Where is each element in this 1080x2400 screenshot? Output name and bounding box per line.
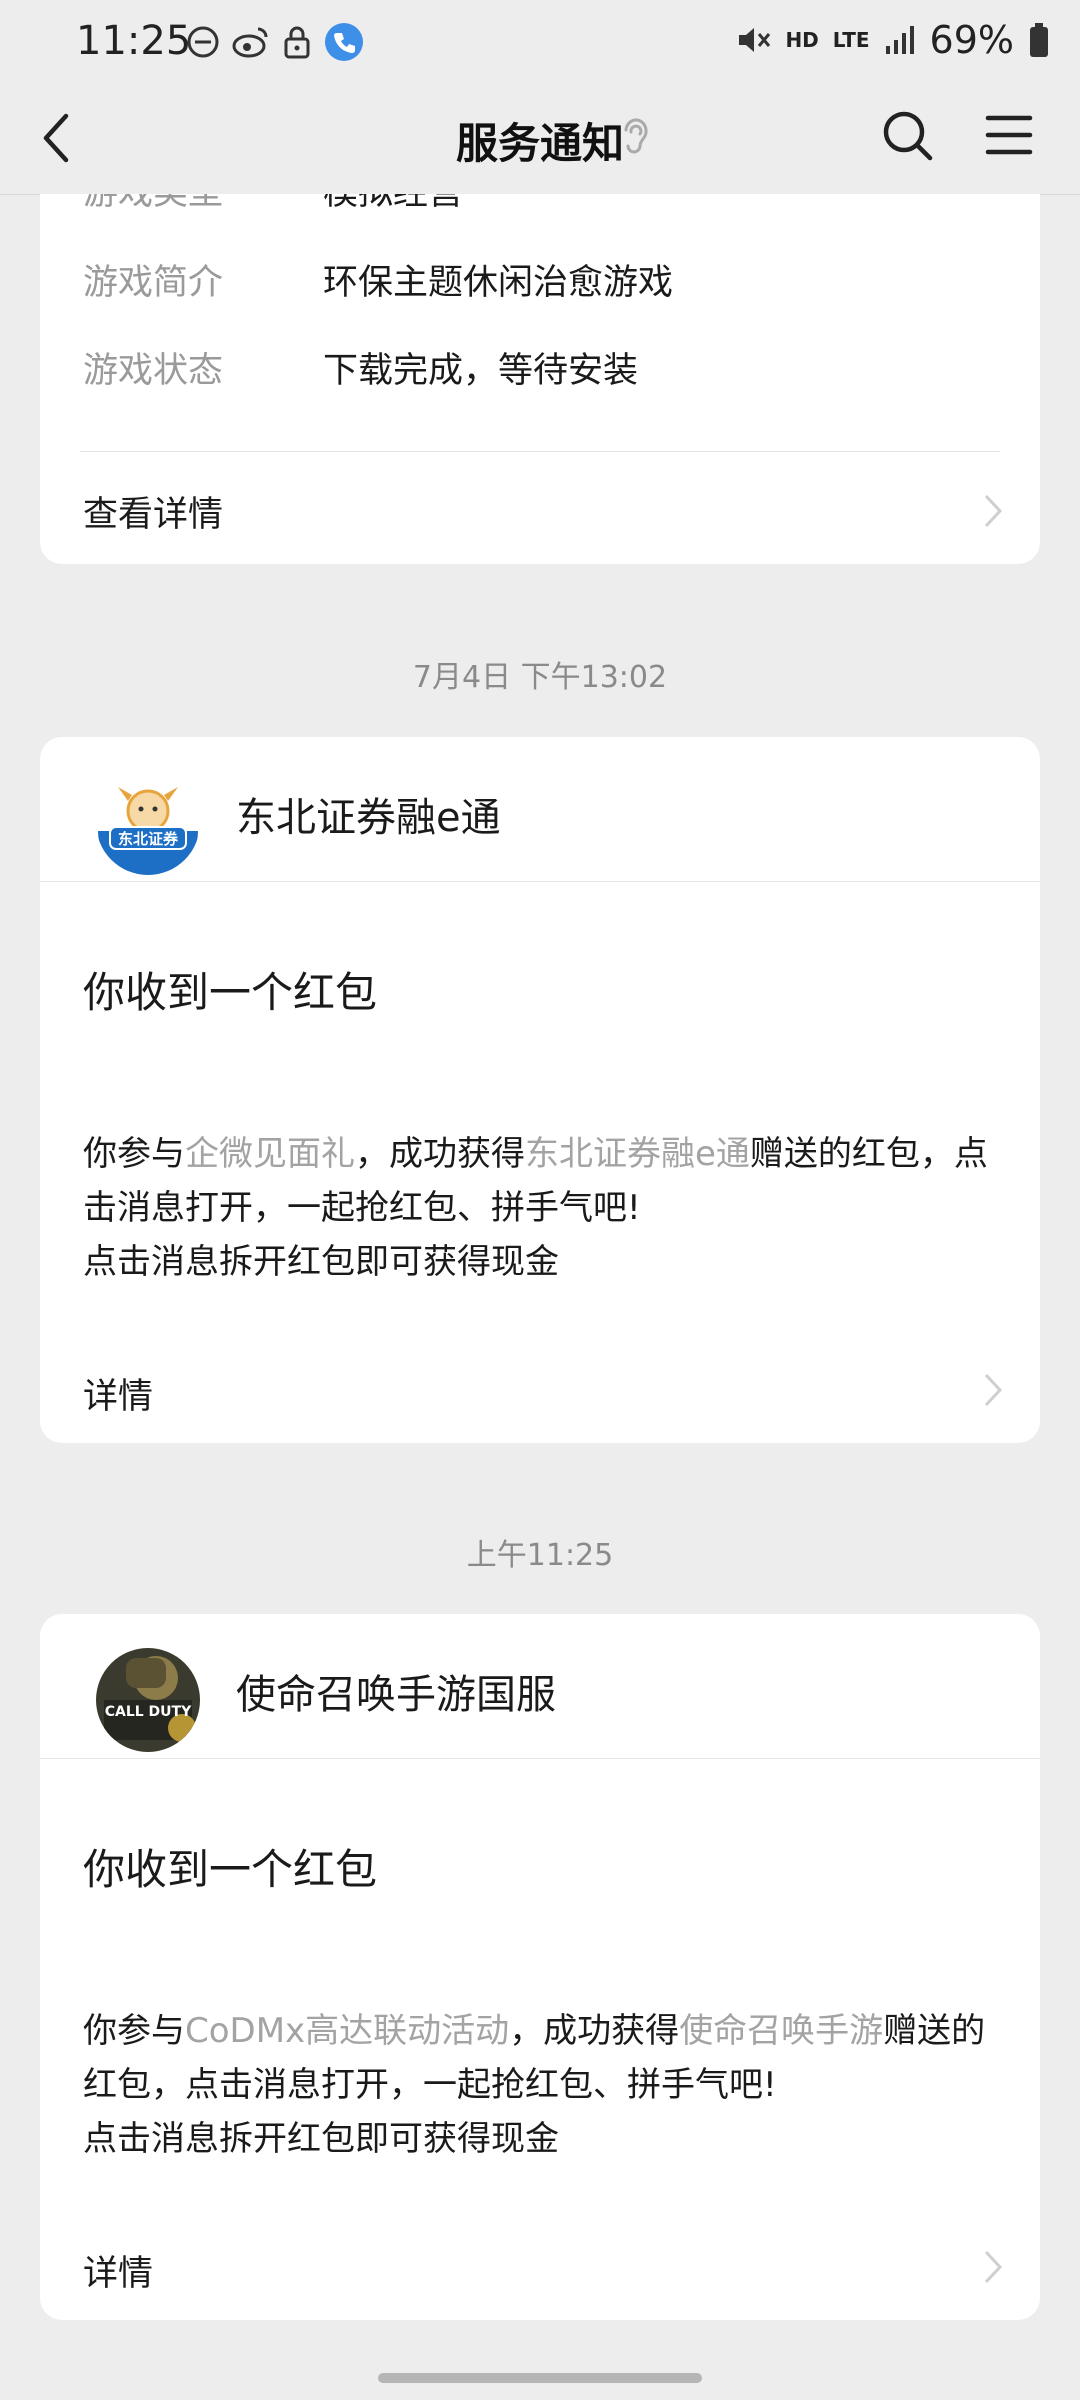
row-key: 游戏简介 bbox=[83, 263, 224, 303]
body-text: 你参与 bbox=[83, 1134, 185, 1174]
message-card[interactable]: 东北证券 东北证券融e通 你收到一个红包 你参与企微见面礼，成功获得东北证券融e… bbox=[40, 737, 1040, 1443]
body-text: ，成功获得 bbox=[355, 1134, 525, 1174]
message-title: 你收到一个红包 bbox=[83, 1845, 378, 1894]
message-body: 你参与企微见面礼，成功获得东北证券融e通赠送的红包，点击消息打开，一起抢红包、拼… bbox=[83, 1127, 999, 1289]
chevron-right-icon bbox=[984, 1373, 1003, 1407]
weibo-icon bbox=[232, 27, 268, 58]
hd-label: HD bbox=[785, 28, 819, 52]
chevron-right-icon bbox=[984, 494, 1003, 528]
row-key: 游戏类型 bbox=[83, 194, 223, 215]
status-time: 11:25 bbox=[76, 18, 192, 64]
mute-icon bbox=[739, 28, 771, 52]
avatar-text: 东北证券 bbox=[117, 830, 178, 848]
activity-link[interactable]: 企微见面礼 bbox=[185, 1134, 355, 1174]
row-value: 模拟经营 bbox=[323, 194, 463, 215]
message-timestamp: 上午11:25 bbox=[466, 1538, 614, 1573]
dnd-icon bbox=[187, 26, 219, 58]
details-link[interactable]: 详情 bbox=[83, 2245, 153, 2296]
row-value: 环保主题休闲治愈游戏 bbox=[323, 263, 674, 303]
header-divider bbox=[40, 1758, 1040, 1759]
activity-link[interactable]: CoDMx高达联动活动 bbox=[185, 2011, 509, 2051]
account-name: 使命召唤手游国服 bbox=[236, 1672, 556, 1718]
account-link[interactable]: 东北证券融e通 bbox=[525, 1134, 750, 1174]
game-info-card: 游戏类型 模拟经营 游戏简介 环保主题休闲治愈游戏 游戏状态 下载完成，等待安装… bbox=[40, 194, 1040, 564]
chevron-right-icon bbox=[984, 2250, 1003, 2284]
message-timestamp: 7月4日 下午13:02 bbox=[412, 660, 668, 695]
status-bar: 11:25 HD LTE 69% bbox=[0, 0, 1080, 84]
divider bbox=[80, 451, 1000, 452]
signal-icon bbox=[885, 26, 914, 54]
battery-percent: 69% bbox=[929, 18, 1014, 62]
status-right-icons: HD LTE 69% bbox=[735, 18, 1050, 62]
row-value: 下载完成，等待安装 bbox=[323, 351, 639, 391]
search-icon[interactable] bbox=[880, 108, 936, 164]
message-card[interactable]: CALL DUTY 使命召唤手游国服 你收到一个红包 你参与CoDMx高达联动活… bbox=[40, 1614, 1040, 2320]
network-label: LTE bbox=[832, 28, 870, 52]
details-link[interactable]: 详情 bbox=[83, 1368, 153, 1419]
account-link[interactable]: 使命召唤手游 bbox=[679, 2011, 883, 2051]
account-avatar: 东北证券 bbox=[96, 771, 200, 875]
view-details-link[interactable]: 查看详情 bbox=[83, 486, 223, 537]
nav-bar: 服务通知 bbox=[0, 84, 1080, 195]
body-text: ，成功获得 bbox=[509, 2011, 680, 2051]
row-key: 游戏状态 bbox=[83, 351, 224, 391]
header-divider bbox=[40, 881, 1040, 882]
avatar-text: CALL DUTY bbox=[104, 1704, 192, 1720]
status-left-icons bbox=[186, 22, 364, 62]
battery-icon bbox=[1030, 23, 1048, 57]
phone-call-icon bbox=[325, 23, 363, 61]
body-text: 点击消息拆开红包即可获得现金 bbox=[83, 1242, 559, 1282]
body-text: 你参与 bbox=[83, 2011, 185, 2051]
message-title: 你收到一个红包 bbox=[83, 968, 378, 1017]
home-indicator[interactable] bbox=[378, 2373, 702, 2383]
account-avatar: CALL DUTY bbox=[96, 1648, 200, 1752]
body-text: 点击消息拆开红包即可获得现金 bbox=[83, 2119, 559, 2159]
message-body: 你参与CoDMx高达联动活动，成功获得使命召唤手游赠送的红包，点击消息打开，一起… bbox=[83, 2004, 999, 2166]
account-name: 东北证券融e通 bbox=[236, 795, 501, 841]
menu-icon[interactable] bbox=[984, 110, 1034, 160]
ear-icon[interactable] bbox=[618, 114, 652, 160]
lock-icon bbox=[284, 26, 310, 59]
